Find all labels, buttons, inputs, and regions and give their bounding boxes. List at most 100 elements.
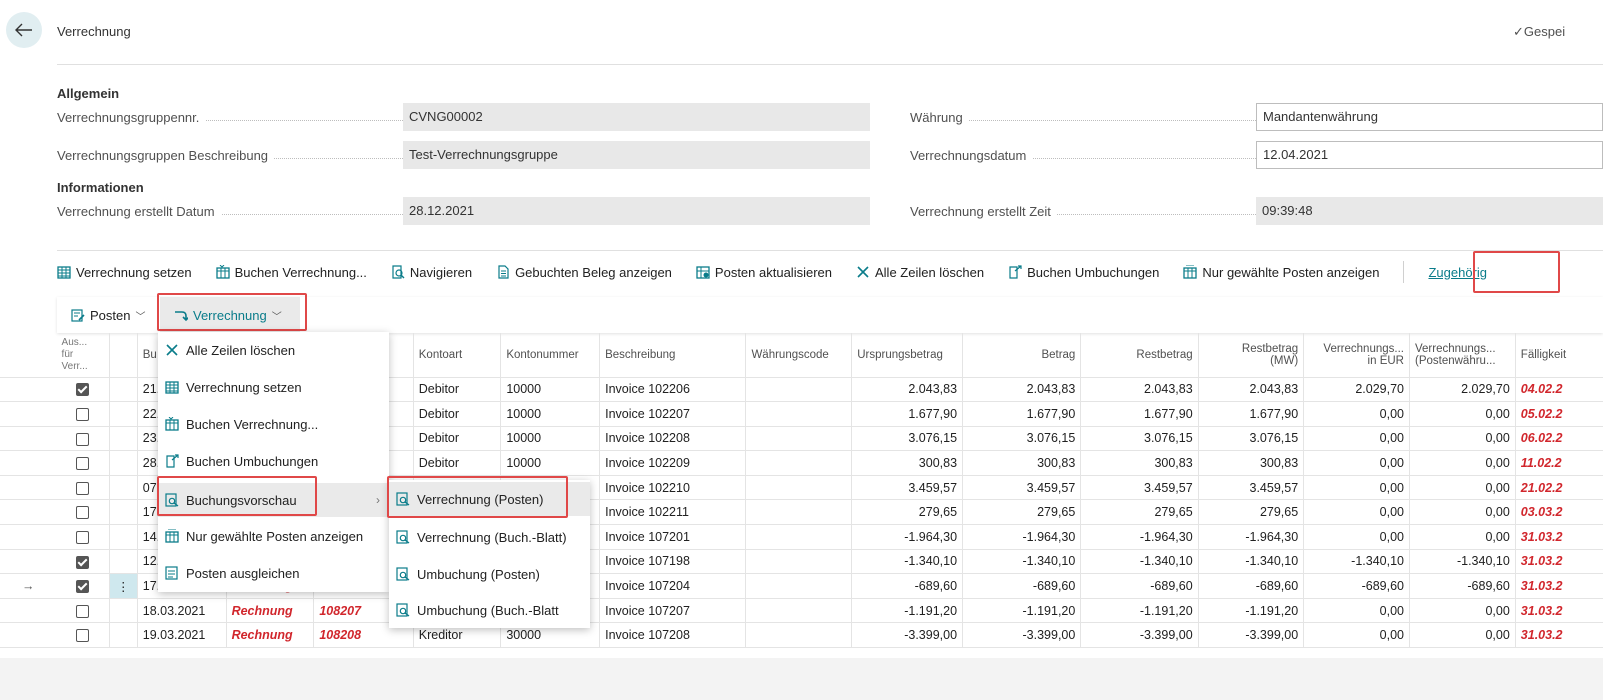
row-menu-cell[interactable]: ⋮: [109, 573, 138, 599]
navigate-action[interactable]: Navigieren: [391, 265, 472, 280]
account-no-cell[interactable]: 10000: [500, 401, 601, 427]
orig-amount-cell[interactable]: 3.459,57: [851, 475, 964, 501]
menu-item-show-selected[interactable]: Nur gewählte Posten anzeigen: [158, 521, 389, 551]
settle-eur-cell[interactable]: 0,00: [1303, 450, 1410, 476]
currency-code-cell[interactable]: [745, 377, 853, 403]
settle-cur-cell[interactable]: 0,00: [1409, 475, 1516, 501]
settle-cur-cell[interactable]: 0,00: [1409, 524, 1516, 550]
orig-amount-cell[interactable]: 279,65: [851, 499, 964, 526]
row-menu-cell[interactable]: [109, 401, 138, 427]
row-select-cell[interactable]: [56, 549, 110, 575]
remaining-cell[interactable]: -1.340,10: [1080, 549, 1199, 575]
col-amount[interactable]: Betrag: [962, 333, 1082, 378]
amount-cell[interactable]: 300,83: [962, 450, 1082, 476]
settle-eur-cell[interactable]: 0,00: [1303, 426, 1410, 452]
remaining-cell[interactable]: 300,83: [1080, 450, 1199, 476]
currency-code-cell[interactable]: [745, 598, 853, 624]
delete-all-lines-action[interactable]: Alle Zeilen löschen: [856, 265, 984, 280]
remaining-cell[interactable]: -1.191,20: [1080, 598, 1199, 624]
show-selected-entries-action[interactable]: Nur gewählte Posten anzeigen: [1183, 265, 1379, 280]
orig-amount-cell[interactable]: -1.340,10: [851, 549, 964, 575]
amount-cell[interactable]: 1.677,90: [962, 401, 1082, 427]
row-menu-cell[interactable]: [109, 524, 138, 550]
col-description[interactable]: Beschreibung: [599, 333, 747, 378]
row-select-cell[interactable]: [56, 426, 110, 452]
show-posted-doc-action[interactable]: Gebuchten Beleg anzeigen: [496, 265, 672, 280]
due-date-cell[interactable]: 21.02.2: [1515, 475, 1603, 501]
settle-eur-cell[interactable]: -689,60: [1303, 573, 1410, 599]
remaining-cell[interactable]: 3.459,57: [1080, 475, 1199, 501]
row-menu-cell[interactable]: [109, 426, 138, 452]
submenu-item-transfer-journal[interactable]: Umbuchung (Buch.-Blatt: [389, 595, 590, 625]
menu-item-delete-all[interactable]: Alle Zeilen löschen: [158, 335, 389, 365]
group-desc-field[interactable]: Test-Verrechnungsgruppe: [403, 141, 870, 169]
submenu-item-transfer-entries[interactable]: Umbuchung (Posten): [389, 559, 590, 589]
table-row[interactable]: 18.03.2021 Rechnung 108207 Invoice 107207 -1…: [0, 598, 1603, 624]
col-settle-eur[interactable]: Verrechnungs... in EUR: [1303, 333, 1410, 378]
settle-cur-cell[interactable]: 0,00: [1409, 598, 1516, 624]
doc-type-cell[interactable]: Rechnung: [226, 598, 315, 624]
currency-code-cell[interactable]: [745, 499, 853, 526]
row-checkbox[interactable]: [76, 383, 90, 397]
remaining-cell[interactable]: 3.076,15: [1080, 426, 1199, 452]
account-type-cell[interactable]: Debitor: [413, 377, 502, 403]
orig-amount-cell[interactable]: 1.677,90: [851, 401, 964, 427]
doc-type-cell[interactable]: Rechnung: [226, 622, 315, 649]
due-date-cell[interactable]: 06.02.2: [1515, 426, 1603, 452]
currency-code-cell[interactable]: [745, 549, 853, 575]
row-checkbox[interactable]: [76, 457, 90, 471]
due-date-cell[interactable]: 03.03.2: [1515, 499, 1603, 526]
row-checkbox[interactable]: [76, 629, 90, 643]
remaining-mw-cell[interactable]: 3.459,57: [1198, 475, 1305, 501]
orig-amount-cell[interactable]: 300,83: [851, 450, 964, 476]
settle-eur-cell[interactable]: 0,00: [1303, 475, 1410, 501]
amount-cell[interactable]: 279,65: [962, 499, 1082, 526]
settle-cur-cell[interactable]: 0,00: [1409, 401, 1516, 427]
remaining-cell[interactable]: -1.964,30: [1080, 524, 1199, 550]
row-select-cell[interactable]: [56, 475, 110, 501]
remaining-mw-cell[interactable]: -3.399,00: [1198, 622, 1305, 649]
settle-date-field[interactable]: 12.04.2021: [1256, 141, 1603, 169]
account-type-cell[interactable]: Debitor: [413, 401, 502, 427]
settle-eur-cell[interactable]: 2.029,70: [1303, 377, 1410, 403]
col-orig-amount[interactable]: Ursprungsbetrag: [851, 333, 964, 378]
remaining-cell[interactable]: -689,60: [1080, 573, 1199, 599]
row-select-cell[interactable]: [56, 598, 110, 624]
orig-amount-cell[interactable]: 2.043,83: [851, 377, 964, 403]
currency-code-cell[interactable]: [745, 573, 853, 599]
due-date-cell[interactable]: 31.03.2: [1515, 549, 1603, 575]
submenu-item-settlement-journal[interactable]: Verrechnung (Buch.-Blatt): [389, 522, 590, 552]
col-currency-code[interactable]: Währungscode: [745, 333, 853, 378]
row-checkbox[interactable]: [76, 555, 90, 569]
amount-cell[interactable]: -1.191,20: [962, 598, 1082, 624]
description-cell[interactable]: Invoice 107198: [599, 549, 747, 575]
row-menu-cell[interactable]: [109, 622, 138, 649]
account-type-cell[interactable]: Debitor: [413, 450, 502, 476]
settle-eur-cell[interactable]: 0,00: [1303, 499, 1410, 526]
row-select-cell[interactable]: [56, 401, 110, 427]
due-date-cell[interactable]: 31.03.2: [1515, 524, 1603, 550]
row-checkbox[interactable]: [76, 481, 90, 495]
row-select-cell[interactable]: [56, 524, 110, 550]
remaining-mw-cell[interactable]: -1.964,30: [1198, 524, 1305, 550]
orig-amount-cell[interactable]: -1.191,20: [851, 598, 964, 624]
created-time-field[interactable]: 09:39:48: [1256, 197, 1603, 225]
remaining-cell[interactable]: 1.677,90: [1080, 401, 1199, 427]
remaining-cell[interactable]: 279,65: [1080, 499, 1199, 526]
col-account-type[interactable]: Kontoart: [413, 333, 502, 378]
settle-cur-cell[interactable]: 0,00: [1409, 426, 1516, 452]
row-checkbox[interactable]: [76, 407, 90, 421]
amount-cell[interactable]: 3.459,57: [962, 475, 1082, 501]
due-date-cell[interactable]: 31.03.2: [1515, 622, 1603, 649]
remaining-mw-cell[interactable]: 279,65: [1198, 499, 1305, 526]
row-checkbox[interactable]: [76, 604, 90, 618]
settle-cur-cell[interactable]: -1.340,10: [1409, 549, 1516, 575]
settle-cur-cell[interactable]: 0,00: [1409, 450, 1516, 476]
created-date-field[interactable]: 28.12.2021: [403, 197, 870, 225]
more-options-icon[interactable]: ⋮: [117, 580, 130, 594]
row-menu-cell[interactable]: [109, 475, 138, 501]
menu-item-apply-entries[interactable]: Posten ausgleichen: [158, 558, 389, 588]
currency-select[interactable]: Mandantenwährung: [1256, 103, 1603, 131]
settle-eur-cell[interactable]: 0,00: [1303, 598, 1410, 624]
row-checkbox[interactable]: [76, 506, 90, 520]
